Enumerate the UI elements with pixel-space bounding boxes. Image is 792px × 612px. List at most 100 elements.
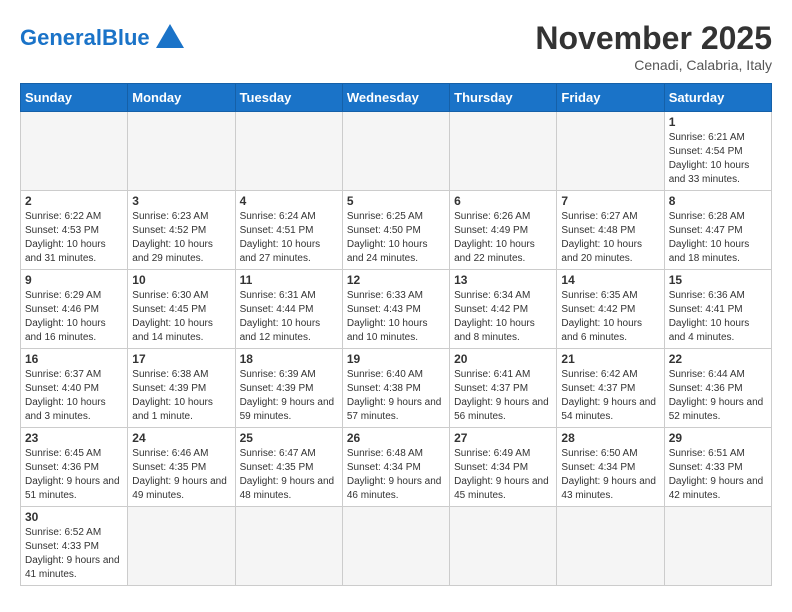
day-info: Sunrise: 6:38 AM Sunset: 4:39 PM Dayligh… (132, 368, 230, 424)
day-number: 9 (25, 273, 123, 287)
logo-text: GeneralBlue (20, 25, 150, 51)
day-info: Sunrise: 6:24 AM Sunset: 4:51 PM Dayligh… (240, 210, 338, 266)
day-number: 5 (347, 194, 445, 208)
col-sunday: Sunday (21, 84, 128, 112)
day-info: Sunrise: 6:36 AM Sunset: 4:41 PM Dayligh… (669, 289, 767, 345)
calendar-cell: 15 Sunrise: 6:36 AM Sunset: 4:41 PM Dayli… (664, 270, 771, 349)
calendar-cell (450, 112, 557, 191)
col-friday: Friday (557, 84, 664, 112)
day-number: 12 (347, 273, 445, 287)
day-number: 29 (669, 431, 767, 445)
day-info: Sunrise: 6:30 AM Sunset: 4:45 PM Dayligh… (132, 289, 230, 345)
calendar-cell (128, 112, 235, 191)
day-number: 3 (132, 194, 230, 208)
day-info: Sunrise: 6:33 AM Sunset: 4:43 PM Dayligh… (347, 289, 445, 345)
day-info: Sunrise: 6:52 AM Sunset: 4:33 PM Dayligh… (25, 526, 123, 582)
day-number: 27 (454, 431, 552, 445)
day-info: Sunrise: 6:34 AM Sunset: 4:42 PM Dayligh… (454, 289, 552, 345)
calendar-cell (235, 507, 342, 586)
day-info: Sunrise: 6:39 AM Sunset: 4:39 PM Dayligh… (240, 368, 338, 424)
calendar-cell: 16Sunrise: 6:37 AM Sunset: 4:40 PM Dayli… (21, 349, 128, 428)
day-info: Sunrise: 6:26 AM Sunset: 4:49 PM Dayligh… (454, 210, 552, 266)
day-number: 16 (25, 352, 123, 366)
calendar-cell: 17 Sunrise: 6:38 AM Sunset: 4:39 PM Dayli… (128, 349, 235, 428)
day-info: Sunrise: 6:50 AM Sunset: 4:34 PM Dayligh… (561, 447, 659, 503)
day-number: 7 (561, 194, 659, 208)
col-thursday: Thursday (450, 84, 557, 112)
day-number: 21 (561, 352, 659, 366)
calendar-cell (21, 112, 128, 191)
day-number: 15 (669, 273, 767, 287)
calendar-cell: 2Sunrise: 6:22 AM Sunset: 4:53 PM Daylig… (21, 191, 128, 270)
logo-blue: Blue (102, 25, 150, 50)
calendar-cell: 1 Sunrise: 6:21 AM Sunset: 4:54 PM Daylig… (664, 112, 771, 191)
day-info: Sunrise: 6:21 AM Sunset: 4:54 PM Dayligh… (669, 131, 767, 187)
day-number: 8 (669, 194, 767, 208)
day-number: 10 (132, 273, 230, 287)
calendar-week-6: 30 Sunrise: 6:52 AM Sunset: 4:33 PM Dayli… (21, 507, 772, 586)
day-number: 18 (240, 352, 338, 366)
calendar-week-4: 16Sunrise: 6:37 AM Sunset: 4:40 PM Dayli… (21, 349, 772, 428)
logo-icon (152, 20, 188, 56)
day-info: Sunrise: 6:28 AM Sunset: 4:47 PM Dayligh… (669, 210, 767, 266)
day-info: Sunrise: 6:23 AM Sunset: 4:52 PM Dayligh… (132, 210, 230, 266)
day-number: 1 (669, 115, 767, 129)
calendar-cell: 25Sunrise: 6:47 AM Sunset: 4:35 PM Dayli… (235, 428, 342, 507)
calendar-cell: 27Sunrise: 6:49 AM Sunset: 4:34 PM Dayli… (450, 428, 557, 507)
calendar-cell: 6Sunrise: 6:26 AM Sunset: 4:49 PM Daylig… (450, 191, 557, 270)
day-info: Sunrise: 6:22 AM Sunset: 4:53 PM Dayligh… (25, 210, 123, 266)
day-number: 17 (132, 352, 230, 366)
day-number: 14 (561, 273, 659, 287)
calendar-cell: 26 Sunrise: 6:48 AM Sunset: 4:34 PM Dayli… (342, 428, 449, 507)
day-number: 25 (240, 431, 338, 445)
calendar-week-5: 23Sunrise: 6:45 AM Sunset: 4:36 PM Dayli… (21, 428, 772, 507)
calendar-cell: 20 Sunrise: 6:41 AM Sunset: 4:37 PM Dayli… (450, 349, 557, 428)
day-number: 30 (25, 510, 123, 524)
calendar-cell: 19 Sunrise: 6:40 AM Sunset: 4:38 PM Dayli… (342, 349, 449, 428)
day-info: Sunrise: 6:31 AM Sunset: 4:44 PM Dayligh… (240, 289, 338, 345)
month-title: November 2025 (535, 20, 772, 57)
day-info: Sunrise: 6:25 AM Sunset: 4:50 PM Dayligh… (347, 210, 445, 266)
calendar-cell (342, 507, 449, 586)
day-info: Sunrise: 6:27 AM Sunset: 4:48 PM Dayligh… (561, 210, 659, 266)
col-saturday: Saturday (664, 84, 771, 112)
logo-general: General (20, 25, 102, 50)
calendar-cell (664, 507, 771, 586)
day-info: Sunrise: 6:42 AM Sunset: 4:37 PM Dayligh… (561, 368, 659, 424)
calendar-cell: 29Sunrise: 6:51 AM Sunset: 4:33 PM Dayli… (664, 428, 771, 507)
day-info: Sunrise: 6:40 AM Sunset: 4:38 PM Dayligh… (347, 368, 445, 424)
calendar-cell: 28Sunrise: 6:50 AM Sunset: 4:34 PM Dayli… (557, 428, 664, 507)
calendar-cell (128, 507, 235, 586)
calendar-cell: 24 Sunrise: 6:46 AM Sunset: 4:35 PM Dayli… (128, 428, 235, 507)
calendar-cell (235, 112, 342, 191)
day-info: Sunrise: 6:29 AM Sunset: 4:46 PM Dayligh… (25, 289, 123, 345)
calendar-cell: 23Sunrise: 6:45 AM Sunset: 4:36 PM Dayli… (21, 428, 128, 507)
day-number: 22 (669, 352, 767, 366)
day-number: 20 (454, 352, 552, 366)
day-number: 11 (240, 273, 338, 287)
day-number: 24 (132, 431, 230, 445)
day-info: Sunrise: 6:41 AM Sunset: 4:37 PM Dayligh… (454, 368, 552, 424)
title-block: November 2025 Cenadi, Calabria, Italy (535, 20, 772, 73)
col-tuesday: Tuesday (235, 84, 342, 112)
calendar-cell (450, 507, 557, 586)
day-info: Sunrise: 6:44 AM Sunset: 4:36 PM Dayligh… (669, 368, 767, 424)
calendar-week-3: 9 Sunrise: 6:29 AM Sunset: 4:46 PM Daylig… (21, 270, 772, 349)
day-number: 4 (240, 194, 338, 208)
calendar-cell: 21 Sunrise: 6:42 AM Sunset: 4:37 PM Dayli… (557, 349, 664, 428)
calendar-cell (557, 507, 664, 586)
day-number: 13 (454, 273, 552, 287)
calendar-header-row: Sunday Monday Tuesday Wednesday Thursday… (21, 84, 772, 112)
day-info: Sunrise: 6:46 AM Sunset: 4:35 PM Dayligh… (132, 447, 230, 503)
day-number: 26 (347, 431, 445, 445)
calendar-cell (342, 112, 449, 191)
calendar-cell: 4 Sunrise: 6:24 AM Sunset: 4:51 PM Daylig… (235, 191, 342, 270)
header: GeneralBlue November 2025 Cenadi, Calabr… (20, 20, 772, 73)
day-info: Sunrise: 6:48 AM Sunset: 4:34 PM Dayligh… (347, 447, 445, 503)
day-info: Sunrise: 6:45 AM Sunset: 4:36 PM Dayligh… (25, 447, 123, 503)
day-number: 19 (347, 352, 445, 366)
calendar-week-1: 1 Sunrise: 6:21 AM Sunset: 4:54 PM Daylig… (21, 112, 772, 191)
calendar-cell: 10 Sunrise: 6:30 AM Sunset: 4:45 PM Dayli… (128, 270, 235, 349)
calendar-cell: 5 Sunrise: 6:25 AM Sunset: 4:50 PM Daylig… (342, 191, 449, 270)
calendar-cell: 18 Sunrise: 6:39 AM Sunset: 4:39 PM Dayli… (235, 349, 342, 428)
